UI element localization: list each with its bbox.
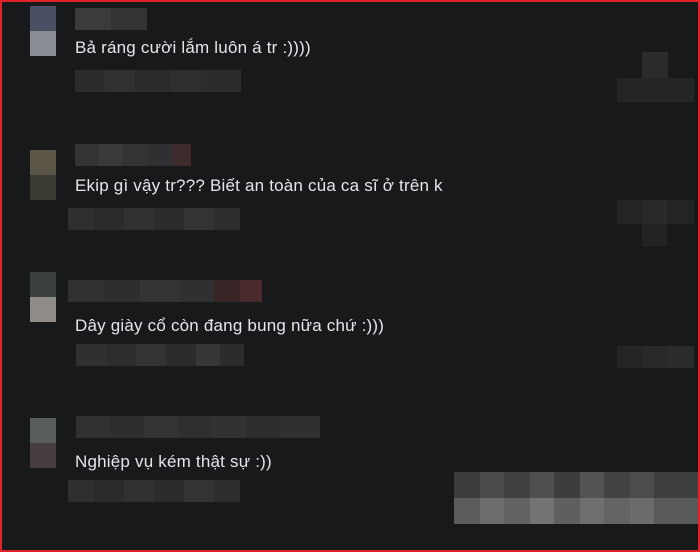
comment-text: Ekip gì vậy tr??? Biết an toàn của ca sĩ…: [75, 176, 443, 195]
comment-actions-redacted: [68, 208, 240, 230]
comment-item: Bả ráng cười lắm luôn á tr :)))): [2, 2, 698, 122]
avatar[interactable]: [30, 418, 56, 468]
commenter-name-redacted[interactable]: [68, 280, 262, 302]
comment-text: Dây giày cổ còn đang bung nữa chứ :))): [75, 316, 385, 335]
comment-actions-redacted: [68, 480, 240, 502]
commenter-name-redacted[interactable]: [75, 144, 191, 166]
comment-item: Ekip gì vậy tr??? Biết an toàn của ca sĩ…: [2, 140, 698, 260]
comment-item: Dây giày cổ còn đang bung nữa chứ :))): [2, 272, 698, 392]
avatar[interactable]: [30, 150, 56, 200]
comment-actions-redacted: [75, 70, 241, 92]
commenter-name-redacted[interactable]: [76, 416, 320, 438]
comment-actions-redacted: [76, 344, 244, 366]
comment-text: Bả ráng cười lắm luôn á tr :)))): [75, 38, 311, 57]
avatar[interactable]: [30, 272, 56, 322]
comment-item: Nghiệp vụ kém thật sự :)): [2, 412, 698, 550]
comment-text: Nghiệp vụ kém thật sự :)): [75, 452, 272, 471]
comment-thread-panel: Bả ráng cười lắm luôn á tr :)))) Ekip gì…: [0, 0, 700, 552]
avatar[interactable]: [30, 6, 56, 56]
commenter-name-redacted[interactable]: [75, 8, 147, 30]
